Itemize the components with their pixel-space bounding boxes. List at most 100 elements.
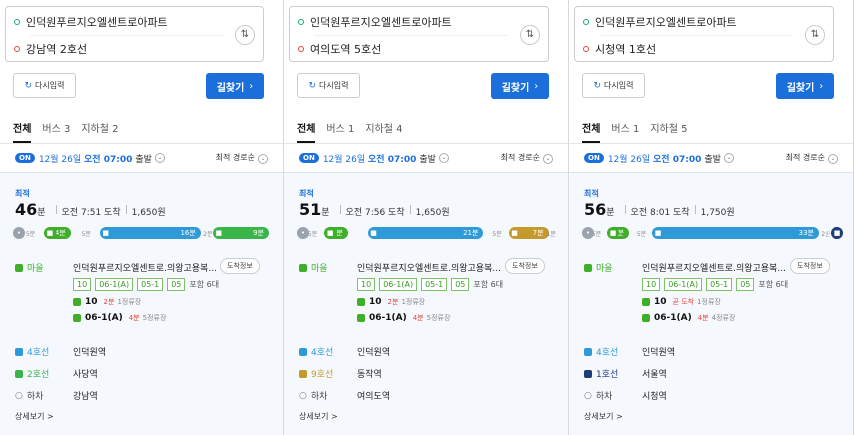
- reset-button[interactable]: ↻ 다시입력: [13, 73, 76, 98]
- arrival-info-button[interactable]: 도착정보: [790, 258, 830, 274]
- sort-dropdown[interactable]: 최적 경로순 ⌄: [786, 152, 838, 164]
- tab-2[interactable]: 지하철 5: [650, 116, 687, 143]
- sort-label: 최적 경로순: [215, 153, 255, 162]
- on-badge[interactable]: ON: [299, 153, 319, 163]
- divider: [694, 205, 696, 214]
- tab-1[interactable]: 버스 1: [611, 116, 639, 143]
- chevron-down-icon[interactable]: ⌄: [154, 153, 165, 163]
- swap-direction-icon[interactable]: ⇅: [520, 25, 540, 45]
- arrival-time: 오전 7:51 도착: [61, 208, 121, 218]
- arrival-info-button[interactable]: 도착정보: [220, 258, 260, 274]
- travel-summary: 46 분 오전 7:51 도착 1,650원: [15, 200, 166, 219]
- tab-0[interactable]: 전체: [582, 116, 601, 143]
- detail-link[interactable]: 상세보기 >: [299, 411, 338, 422]
- sort-dropdown[interactable]: 최적 경로순 ⌄: [501, 152, 553, 164]
- bus-chip[interactable]: 05-1: [421, 278, 448, 291]
- depart-text: 출발: [419, 154, 436, 165]
- bus-chips: 10 06-1(A) 05-1 05 포함 6대: [73, 278, 219, 291]
- tab-0[interactable]: 전체: [13, 116, 32, 143]
- segment-walk: 5분: [81, 230, 91, 238]
- subway-icon: ■: [652, 227, 664, 239]
- subway-icon: [584, 369, 592, 378]
- tab-0[interactable]: 전체: [297, 116, 316, 143]
- destination-field[interactable]: 시청역 1호선: [583, 36, 656, 62]
- tab-1[interactable]: 버스 3: [42, 116, 70, 143]
- on-badge[interactable]: ON: [15, 153, 35, 163]
- chevron-down-icon[interactable]: ⌄: [723, 153, 734, 163]
- bus-chip[interactable]: 06-1(A): [664, 278, 703, 291]
- bus-arrival-row[interactable]: 10 2분 1정류장: [357, 297, 425, 307]
- tab-2[interactable]: 지하철 2: [81, 116, 118, 143]
- leg-stop: 동작역: [357, 370, 382, 380]
- reset-button[interactable]: ↻ 다시입력: [582, 73, 645, 98]
- bus-chip[interactable]: 06-1(A): [95, 278, 134, 291]
- bus-number: 06-1(A): [654, 313, 692, 323]
- time-text: 오전 07:00: [653, 154, 702, 165]
- arrival-info-button[interactable]: 도착정보: [505, 258, 545, 274]
- bus-arrival-row[interactable]: 06-1(A) 4분 5정류장: [357, 313, 450, 323]
- detail-link[interactable]: 상세보기 >: [584, 411, 623, 422]
- minute-unit: 분: [37, 208, 46, 218]
- route-card[interactable]: 최적56분오전 8:01 도착1,750원5분•4분■5분33분■2분2분■마을…: [569, 172, 854, 435]
- reset-button[interactable]: ↻ 다시입력: [297, 73, 360, 98]
- tab-2[interactable]: 지하철 4: [365, 116, 402, 143]
- reset-label: 다시입력: [604, 81, 634, 90]
- sort-label: 최적 경로순: [500, 153, 540, 162]
- divider: [339, 205, 341, 214]
- travel-summary: 51 분 오전 7:56 도착 1,650원: [299, 200, 450, 219]
- bus-chip[interactable]: 10: [73, 278, 92, 291]
- origin-field[interactable]: 인덕원푸르지오엘센트로아파트: [298, 9, 452, 35]
- subway-icon: ■: [99, 227, 112, 239]
- bus-arrival-row[interactable]: 10 곧 도착 1정류장: [642, 297, 721, 307]
- bus-chip[interactable]: 05: [736, 278, 755, 291]
- sort-dropdown[interactable]: 최적 경로순 ⌄: [216, 152, 268, 164]
- find-route-button[interactable]: 길찾기 ›: [776, 73, 834, 99]
- route-card[interactable]: 최적 46 분 오전 7:51 도착 1,650원 5분 • 4분 ■ 5분 16분 ■ 2분 9분 ■ 마을…: [0, 172, 284, 435]
- bus-arrival-row[interactable]: 06-1(A) 4분 5정류장: [73, 313, 166, 323]
- subway-icon: [15, 347, 23, 356]
- circle-icon: ○: [15, 390, 23, 401]
- bus-chip[interactable]: 06-1(A): [379, 278, 418, 291]
- bus-arrival-row[interactable]: 06-1(A) 4분 4정류장: [642, 313, 735, 323]
- origin-pin-icon: [583, 19, 589, 25]
- destination-field[interactable]: 강남역 2호선: [14, 36, 87, 62]
- on-badge[interactable]: ON: [584, 153, 604, 163]
- bus-chip[interactable]: 05: [451, 278, 470, 291]
- destination-pin-icon: [583, 46, 589, 52]
- route-card[interactable]: 최적 51 분 오전 7:56 도착 1,650원 5분 • 4분 ■ 21분 ■ 5분 7분 ■ 1분 마을…: [284, 172, 569, 435]
- departure-options: ON 12월 26일 오전 07:00 출발 ⌄ 최적 경로순 ⌄: [0, 146, 284, 170]
- route-search-box: 인덕원푸르지오엘센트로아파트 강남역 2호선 ⇅: [5, 6, 264, 62]
- walk-icon: •: [297, 227, 309, 239]
- origin-field[interactable]: 인덕원푸르지오엘센트로아파트: [583, 9, 737, 35]
- bus-eta: 4분: [128, 314, 140, 322]
- find-route-button[interactable]: 길찾기 ›: [206, 73, 264, 99]
- departure-datetime[interactable]: 12월 26일 오전 07:00: [323, 152, 417, 165]
- detail-link[interactable]: 상세보기 >: [15, 411, 54, 422]
- bus-chip[interactable]: 05-1: [706, 278, 733, 291]
- swap-direction-icon[interactable]: ⇅: [235, 25, 255, 45]
- chevron-down-icon: ⌄: [543, 154, 553, 164]
- departure-datetime[interactable]: 12월 26일 오전 07:00: [39, 152, 133, 165]
- tab-1[interactable]: 버스 1: [326, 116, 354, 143]
- bus-chip[interactable]: 05-1: [137, 278, 164, 291]
- bus-chip[interactable]: 10: [642, 278, 661, 291]
- date-text: 12월 26일: [38, 154, 82, 165]
- result-tabs: 전체 버스 1 지하철 5: [569, 116, 854, 144]
- departure-datetime[interactable]: 12월 26일 오전 07:00: [608, 152, 702, 165]
- origin-field[interactable]: 인덕원푸르지오엘센트로아파트: [14, 9, 168, 35]
- destination-field[interactable]: 여의도역 5호선: [298, 36, 381, 62]
- reset-label: 다시입력: [319, 81, 349, 90]
- chevron-down-icon[interactable]: ⌄: [438, 153, 449, 163]
- leg-stop: 인덕원푸르지오엘센트로.의왕고용복...: [642, 264, 786, 274]
- find-route-button[interactable]: 길찾기 ›: [491, 73, 549, 99]
- swap-direction-icon[interactable]: ⇅: [805, 25, 825, 45]
- circle-icon: ○: [584, 390, 592, 401]
- bus-chip[interactable]: 05: [167, 278, 186, 291]
- route-segment-bar: 5분•4분■5분33분■2분2분■: [582, 226, 843, 240]
- leg-mode: 4호선: [15, 345, 49, 358]
- bus-chip[interactable]: 10: [357, 278, 376, 291]
- bus-arrival-row[interactable]: 10 2분 1정류장: [73, 297, 141, 307]
- subway-icon: [299, 347, 307, 356]
- route-panel: 인덕원푸르지오엘센트로아파트 여의도역 5호선 ⇅ ↻ 다시입력 길찾기 › 전체 버스 1 지하…: [284, 0, 569, 435]
- leg-mode-label: 마을: [311, 264, 328, 274]
